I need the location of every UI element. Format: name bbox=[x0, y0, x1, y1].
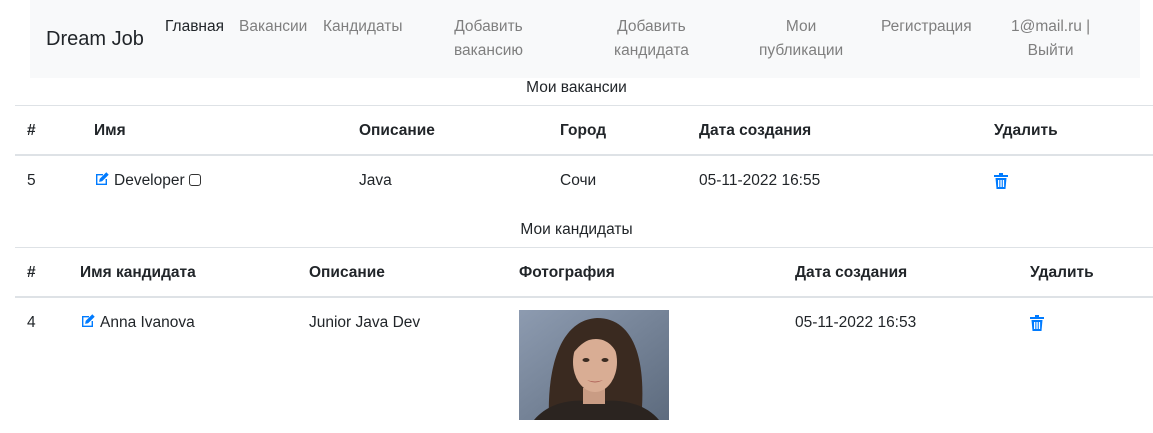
cand-header-created: Дата создания bbox=[795, 264, 908, 281]
nav-add-candidate[interactable]: Добавить кандидата bbox=[614, 15, 689, 63]
nav-register[interactable]: Регистрация bbox=[881, 15, 972, 39]
nav-user-email: 1@mail.ru | bbox=[1011, 18, 1091, 35]
nav-add-candidate-line1: Добавить bbox=[617, 18, 686, 35]
candidate-photo bbox=[519, 310, 669, 420]
cand-header-name: Имя кандидата bbox=[80, 264, 196, 281]
trash-icon[interactable] bbox=[994, 173, 1008, 189]
candidates-title: Мои кандидаты bbox=[520, 221, 633, 238]
cand-row-created: 05-11-2022 16:53 bbox=[795, 314, 917, 331]
divider bbox=[15, 154, 1153, 156]
nav-home-label: Главная bbox=[165, 18, 224, 35]
trash-icon[interactable] bbox=[1030, 315, 1044, 331]
vac-header-id: # bbox=[27, 122, 36, 139]
vac-header-name: Имя bbox=[94, 122, 126, 139]
vac-header-description: Описание bbox=[359, 122, 435, 139]
divider bbox=[15, 247, 1153, 248]
nav-my-publications[interactable]: Мои публикации bbox=[759, 15, 843, 63]
edit-icon[interactable] bbox=[94, 171, 110, 187]
vac-row-id: 5 bbox=[27, 172, 36, 189]
cand-header-delete: Удалить bbox=[1030, 264, 1094, 281]
vac-row-city: Сочи bbox=[560, 172, 597, 189]
vac-row-created: 05-11-2022 16:55 bbox=[699, 172, 821, 189]
nav-vacancies[interactable]: Вакансии bbox=[239, 15, 307, 39]
nav-add-vacancy-line2: вакансию bbox=[454, 42, 524, 59]
vac-header-city: Город bbox=[560, 122, 607, 139]
nav-register-label: Регистрация bbox=[881, 18, 972, 35]
nav-add-vacancy[interactable]: Добавить вакансию bbox=[454, 15, 523, 63]
cand-row-id: 4 bbox=[27, 314, 36, 331]
cand-row-name-cell: Anna Ivanova bbox=[80, 313, 195, 333]
cand-row-name[interactable]: Anna Ivanova bbox=[100, 314, 195, 331]
vac-header-created: Дата создания bbox=[699, 122, 812, 139]
nav-my-publications-line1: Мои bbox=[785, 18, 817, 35]
cand-header-photo: Фотография bbox=[519, 264, 615, 281]
vac-header-delete: Удалить bbox=[994, 122, 1058, 139]
vac-row-name[interactable]: Developer bbox=[114, 172, 185, 189]
cand-header-id: # bbox=[27, 264, 36, 281]
nav-home[interactable]: Главная bbox=[165, 15, 224, 39]
divider bbox=[15, 105, 1153, 106]
navbar: Dream Job Главная Вакансии Кандидаты Доб… bbox=[30, 0, 1140, 78]
vac-row-description: Java bbox=[359, 172, 392, 189]
brand-link[interactable]: Dream Job bbox=[46, 28, 144, 51]
cand-header-description: Описание bbox=[309, 264, 385, 281]
nav-logout-label: Выйти bbox=[1027, 42, 1074, 59]
nav-vacancies-label: Вакансии bbox=[239, 18, 308, 35]
vac-row-name-cell: Developer bbox=[94, 171, 201, 191]
nav-candidates[interactable]: Кандидаты bbox=[323, 15, 402, 39]
nav-user-logout[interactable]: 1@mail.ru | Выйти bbox=[1011, 15, 1090, 63]
nav-candidates-label: Кандидаты bbox=[323, 18, 403, 35]
nav-add-vacancy-line1: Добавить bbox=[454, 18, 523, 35]
nav-add-candidate-line2: кандидата bbox=[614, 42, 689, 59]
cand-row-description: Junior Java Dev bbox=[309, 314, 421, 331]
checkbox-icon[interactable] bbox=[188, 174, 201, 186]
vacancies-title: Мои вакансии bbox=[526, 79, 627, 96]
nav-my-publications-line2: публикации bbox=[759, 42, 844, 59]
edit-icon[interactable] bbox=[80, 313, 96, 329]
divider bbox=[15, 296, 1153, 298]
